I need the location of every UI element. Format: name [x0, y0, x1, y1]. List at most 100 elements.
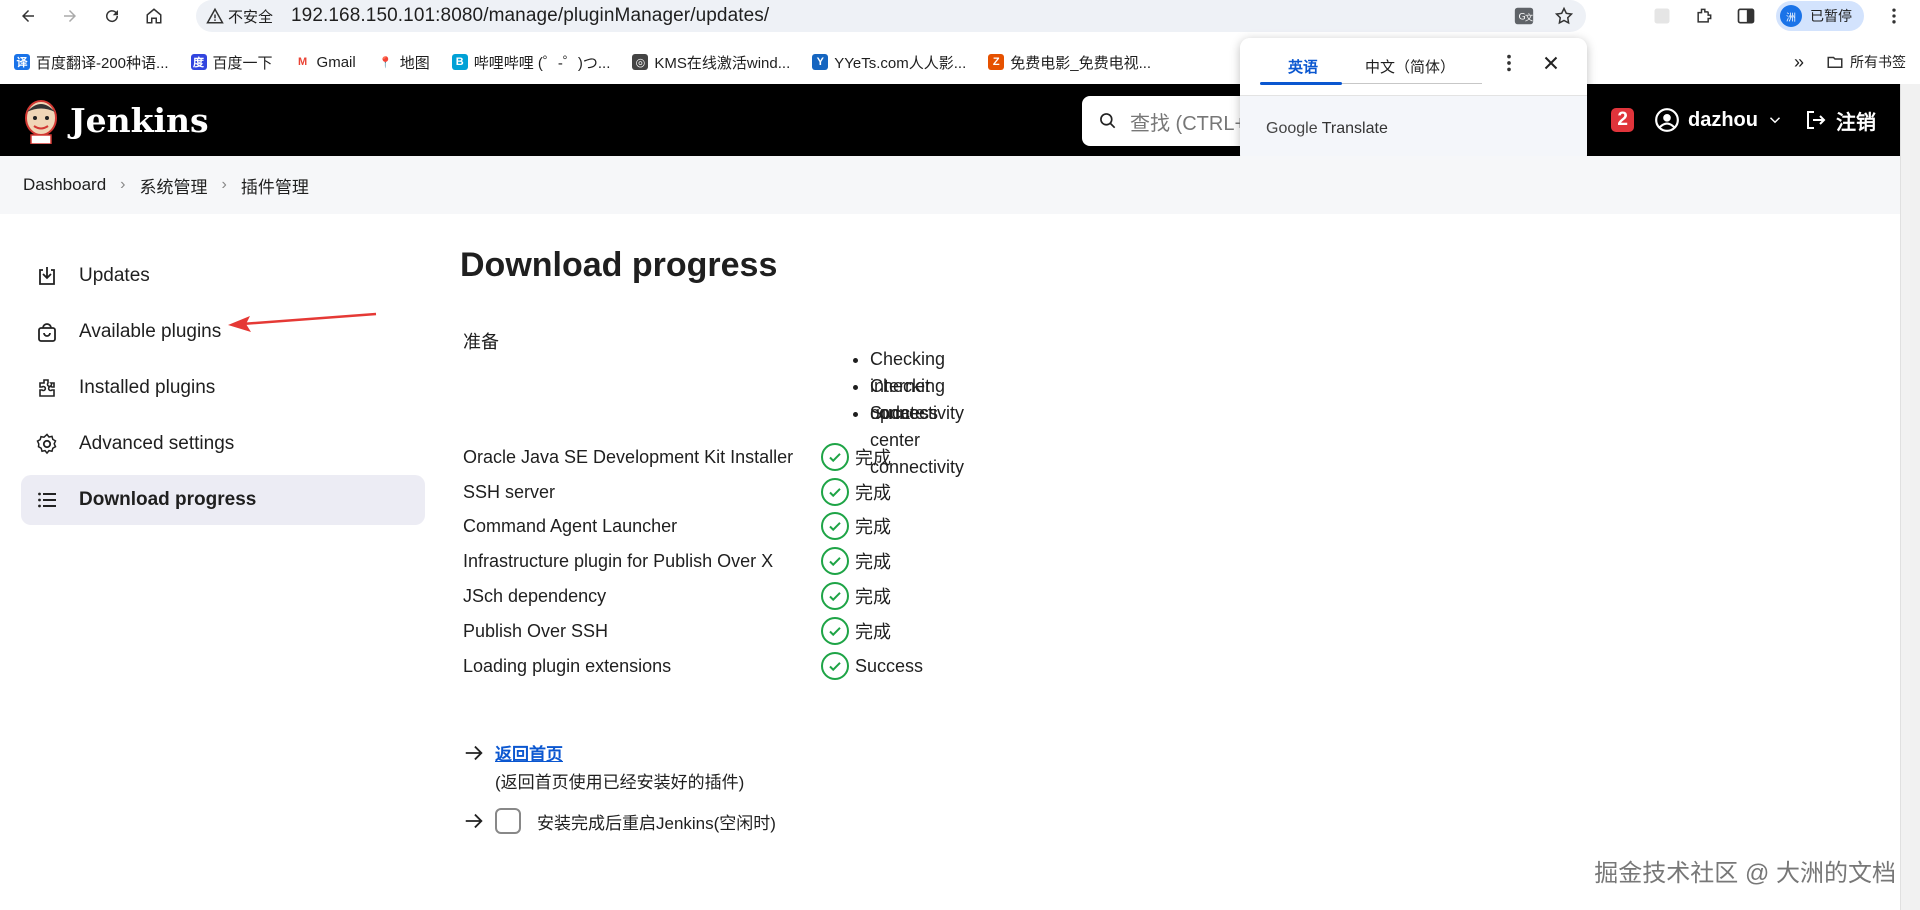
bookmark-label: 免费电影_免费电视... [1010, 54, 1152, 72]
prep-label: 准备 [463, 332, 499, 352]
bookmark-item[interactable]: 度百度一下 [190, 52, 273, 73]
logout-icon [1807, 111, 1826, 129]
notification-badge[interactable]: 2 [1611, 108, 1634, 132]
jenkins-mascot-icon [25, 100, 57, 144]
user-menu[interactable]: dazhou [1654, 107, 1784, 133]
sidebar-item-installed-plugins[interactable]: Installed plugins [21, 363, 425, 413]
back-home-link[interactable]: 返回首页 [495, 740, 563, 765]
restart-checkbox[interactable] [495, 808, 521, 834]
folder-icon [1827, 56, 1843, 68]
bookmark-star-icon[interactable] [1552, 4, 1576, 28]
job-row: JSch dependency 完成 [463, 581, 891, 611]
more-options-icon[interactable] [1498, 52, 1520, 79]
bookmark-favicon-icon: Z [988, 54, 1005, 70]
breadcrumb-dashboard[interactable]: Dashboard [23, 175, 106, 195]
all-bookmarks-label: 所有书签 [1850, 54, 1906, 70]
sidebar-item-updates[interactable]: Updates [21, 251, 425, 301]
job-name: Command Agent Launcher [463, 515, 678, 536]
logout-label: 注销 [1836, 111, 1876, 134]
bookmark-item[interactable]: B 哔哩哔哩 (゜-゜)つ... [451, 52, 611, 73]
annotation-arrow-icon [228, 312, 377, 332]
extensions-puzzle-icon[interactable] [1692, 4, 1716, 28]
job-status: 完成 [855, 517, 891, 537]
sidebar: Updates Available plugins Installed plug… [21, 251, 425, 531]
sidebar-item-label: Download progress [79, 489, 257, 510]
job-status: 完成 [855, 483, 891, 503]
bookmark-favicon-icon: 📍 [377, 54, 394, 70]
check-circle-icon [821, 582, 849, 610]
forward-arrow-icon[interactable] [58, 4, 82, 28]
avatar: 洲 [1780, 5, 1802, 27]
reload-icon[interactable] [100, 4, 124, 28]
job-name: SSH server [463, 481, 556, 502]
bookmark-label: YYeTs.com人人影... [834, 54, 967, 72]
job-name: JSch dependency [463, 585, 607, 606]
all-bookmarks-button[interactable]: 所有书签 [1826, 52, 1906, 72]
check-circle-icon [821, 617, 849, 645]
translate-icon[interactable]: G文 [1512, 4, 1536, 28]
bookmark-label: 哔哩哔哩 (゜-゜)つ... [473, 54, 611, 72]
jenkins-title: Jenkins [70, 100, 209, 140]
job-status: 完成 [855, 448, 891, 468]
brand-google: Google [1266, 120, 1318, 137]
active-tab-indicator [1260, 82, 1342, 85]
jenkins-logo[interactable]: Jenkins [22, 96, 209, 144]
bookmark-item[interactable]: Z 免费电影_免费电视... [988, 52, 1151, 73]
sidebar-item-advanced-settings[interactable]: Advanced settings [21, 419, 425, 469]
chevron-right-icon: › [221, 176, 227, 193]
bookmarks-bar: 译百度翻译-200种语... 度百度一下 M Gmail 📍 地图 B 哔哩哔哩 (゜… [0, 44, 1920, 80]
bookmark-favicon-icon: 译 [14, 54, 30, 70]
back-home-section: 返回首页 (返回首页使用已经安装好的插件) [463, 740, 744, 793]
scrollbar[interactable] [1900, 84, 1920, 910]
list-item: Checking internet connectivity [870, 346, 964, 423]
search-input[interactable]: 查找 (CTRL+ [1082, 96, 1252, 146]
side-panel-icon[interactable] [1734, 4, 1758, 28]
close-icon[interactable] [1540, 52, 1562, 79]
url-text[interactable]: 192.168.150.101:8080/manage/pluginManage… [291, 5, 769, 27]
security-indicator[interactable]: 不安全 [206, 6, 273, 27]
browser-actions: 洲 已暂停 [1650, 0, 1920, 32]
logout-button[interactable]: 注销 [1804, 106, 1876, 135]
restart-label: 安装完成后重启Jenkins(空闲时) [537, 813, 776, 833]
check-circle-icon [821, 512, 849, 540]
back-home-note: (返回首页使用已经安装好的插件) [495, 773, 745, 792]
chevron-double-right-icon[interactable]: » [1794, 52, 1804, 73]
security-label: 不安全 [228, 8, 274, 26]
tab-english[interactable]: 英语 [1288, 56, 1318, 77]
job-row: Oracle Java SE Development Kit Installer… [463, 442, 891, 472]
browser-menu-icon[interactable] [1882, 4, 1906, 28]
extension-thumbnail-icon[interactable] [1650, 4, 1674, 28]
bookmark-favicon-icon: M [294, 54, 311, 70]
address-bar[interactable]: 不安全 192.168.150.101:8080/manage/pluginMa… [196, 0, 1586, 32]
user-name: dazhou [1688, 108, 1758, 131]
arrow-right-icon [465, 745, 483, 760]
bookmark-item[interactable]: Y YYeTs.com人人影... [812, 52, 966, 73]
bookmark-item[interactable]: ◎ KMS在线激活wind... [632, 52, 790, 73]
job-name: Loading plugin extensions [463, 655, 672, 676]
profile-button[interactable]: 洲 已暂停 [1776, 1, 1864, 31]
sidebar-item-download-progress[interactable]: Download progress [21, 475, 425, 525]
svg-text:文: 文 [1525, 13, 1533, 23]
bookmark-item[interactable]: 📍 地图 [377, 52, 430, 73]
user-icon [1655, 108, 1679, 132]
job-row: SSH server 完成 [463, 477, 891, 507]
tab-divider [1342, 83, 1482, 84]
sidebar-item-label: Updates [79, 265, 150, 286]
bookmark-label: 百度翻译-200种语... [36, 54, 169, 72]
breadcrumb-system-manage[interactable]: 系统管理 [140, 173, 208, 198]
bookmark-item[interactable]: 译百度翻译-200种语... [14, 52, 169, 73]
arrow-right-icon [465, 813, 483, 829]
home-icon[interactable] [142, 4, 166, 28]
breadcrumb: Dashboard › 系统管理 › 插件管理 [0, 156, 1900, 214]
bookmark-item[interactable]: M Gmail [294, 54, 356, 71]
tab-chinese[interactable]: 中文（简体） [1365, 56, 1455, 77]
check-circle-icon [821, 478, 849, 506]
back-arrow-icon[interactable] [16, 4, 40, 28]
job-status: 完成 [855, 587, 891, 607]
job-row: Infrastructure plugin for Publish Over X… [463, 546, 891, 576]
job-status: 完成 [855, 622, 891, 642]
breadcrumb-plugin-manager[interactable]: 插件管理 [241, 173, 309, 198]
search-placeholder: 查找 (CTRL+ [1130, 112, 1247, 135]
google-translate-brand: Google Translate [1266, 120, 1388, 138]
puzzle-icon [39, 379, 55, 397]
